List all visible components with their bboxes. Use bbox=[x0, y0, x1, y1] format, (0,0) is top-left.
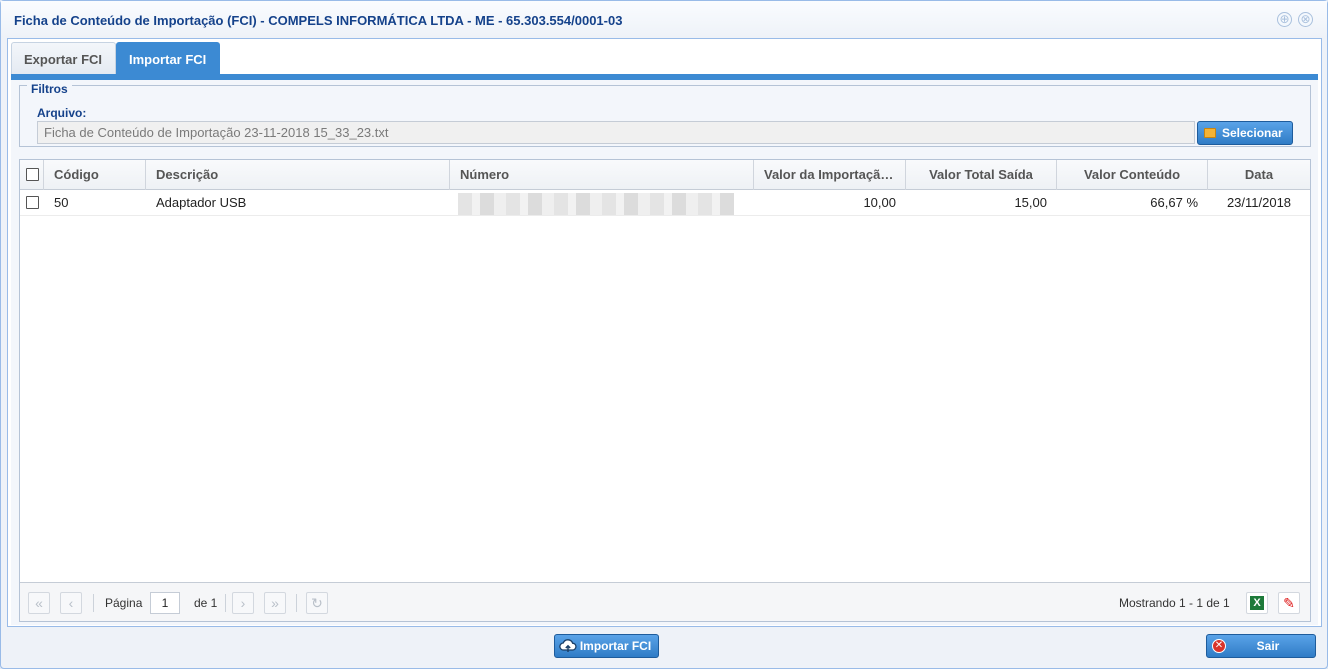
row-checkbox[interactable] bbox=[26, 196, 39, 209]
sair-label: Sair bbox=[1256, 639, 1280, 653]
export-pdf-button[interactable]: ✎ bbox=[1278, 592, 1300, 614]
last-page-icon[interactable]: » bbox=[264, 592, 286, 614]
header-select-all-cell bbox=[20, 160, 44, 190]
tab-exportar-fci[interactable]: Exportar FCI bbox=[11, 42, 116, 75]
window-titlebar: Ficha de Conteúdo de Importação (FCI) - … bbox=[1, 1, 1327, 38]
fci-grid: Código Descrição Número Valor da Importa… bbox=[19, 159, 1311, 622]
importar-fci-button[interactable]: Importar FCI bbox=[554, 634, 659, 658]
cell-descricao: Adaptador USB bbox=[156, 195, 247, 210]
arquivo-field[interactable]: Ficha de Conteúdo de Importação 23-11-20… bbox=[37, 121, 1195, 144]
cell-data: 23/11/2018 bbox=[1226, 195, 1292, 210]
close-icon[interactable]: ⊗ bbox=[1298, 12, 1313, 27]
pager-separator bbox=[296, 594, 297, 612]
grid-header: Código Descrição Número Valor da Importa… bbox=[20, 160, 1310, 190]
cloud-upload-icon bbox=[559, 639, 577, 652]
col-header-numero[interactable]: Número bbox=[450, 160, 754, 190]
cell-valor-importacao: 10,00 bbox=[863, 195, 896, 210]
arquivo-label: Arquivo: bbox=[37, 106, 87, 120]
paging-toolbar: « ‹ Página 1 de 1 › » ↻ Mostrando 1 - 1 … bbox=[20, 582, 1310, 621]
col-header-valor-conteudo[interactable]: Valor Conteúdo bbox=[1057, 160, 1208, 190]
excel-icon: X bbox=[1250, 596, 1264, 610]
next-page-icon[interactable]: › bbox=[232, 592, 254, 614]
page-label: Página bbox=[105, 596, 143, 610]
cell-valor-conteudo: 66,67 % bbox=[1150, 195, 1198, 210]
paging-info: Mostrando 1 - 1 de 1 bbox=[1119, 596, 1230, 610]
export-excel-button[interactable]: X bbox=[1246, 592, 1268, 614]
refresh-icon[interactable]: ↻ bbox=[306, 592, 328, 614]
tab-bar: Exportar FCI Importar FCI bbox=[11, 42, 1318, 75]
fci-window: Ficha de Conteúdo de Importação (FCI) - … bbox=[0, 0, 1328, 669]
filters-legend: Filtros bbox=[27, 82, 72, 96]
selecionar-button[interactable]: Selecionar bbox=[1197, 121, 1293, 145]
cell-numero-redacted bbox=[458, 193, 734, 215]
maximize-icon[interactable]: ⊕ bbox=[1277, 12, 1292, 27]
pdf-icon: ✎ bbox=[1282, 595, 1296, 611]
main-panel: Exportar FCI Importar FCI Filtros Arquiv… bbox=[7, 38, 1322, 627]
pager-separator bbox=[225, 594, 226, 612]
select-all-checkbox[interactable] bbox=[26, 168, 39, 181]
selecionar-label: Selecionar bbox=[1222, 126, 1283, 140]
col-header-valor-total-saida[interactable]: Valor Total Saída bbox=[906, 160, 1057, 190]
tab-importar-fci[interactable]: Importar FCI bbox=[116, 42, 220, 75]
cell-valor-total-saida: 15,00 bbox=[1014, 195, 1047, 210]
folder-icon bbox=[1204, 128, 1216, 138]
table-row[interactable]: 50 Adaptador USB 10,00 15,00 66,67 % 23/… bbox=[20, 190, 1310, 216]
importar-fci-label: Importar FCI bbox=[579, 639, 652, 653]
prev-page-icon[interactable]: ‹ bbox=[60, 592, 82, 614]
page-count-label: de 1 bbox=[194, 596, 218, 610]
window-title: Ficha de Conteúdo de Importação (FCI) - … bbox=[14, 13, 623, 28]
col-header-descricao[interactable]: Descrição bbox=[146, 160, 450, 190]
sair-button[interactable]: ✕ Sair bbox=[1206, 634, 1316, 658]
page-number-input[interactable]: 1 bbox=[150, 592, 180, 614]
pager-separator bbox=[93, 594, 94, 612]
cell-codigo: 50 bbox=[54, 195, 69, 210]
col-header-codigo[interactable]: Código bbox=[44, 160, 146, 190]
col-header-valor-importacao[interactable]: Valor da Importaçã… bbox=[754, 160, 906, 190]
col-header-data[interactable]: Data bbox=[1208, 160, 1310, 190]
exit-icon: ✕ bbox=[1212, 639, 1226, 653]
first-page-icon[interactable]: « bbox=[28, 592, 50, 614]
